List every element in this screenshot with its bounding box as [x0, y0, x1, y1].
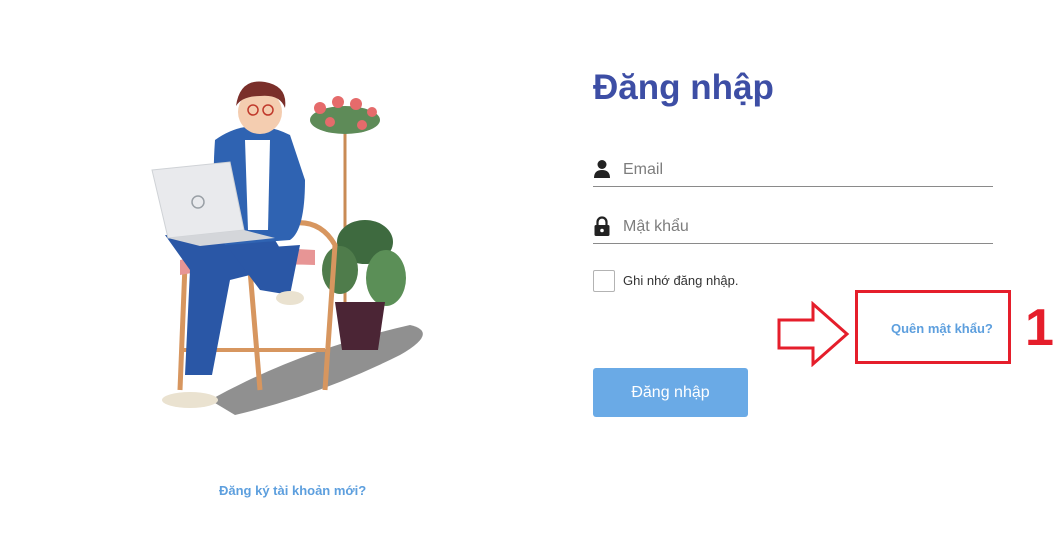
annotation-highlight-box	[855, 290, 1011, 364]
password-input[interactable]	[623, 215, 983, 239]
login-button[interactable]: Đăng nhập	[593, 368, 748, 417]
remember-checkbox[interactable]	[593, 270, 615, 292]
lock-icon	[594, 216, 610, 236]
password-field	[593, 211, 993, 244]
user-icon	[594, 160, 610, 178]
remember-label: Ghi nhớ đăng nhập.	[623, 273, 739, 288]
email-input[interactable]	[623, 158, 983, 182]
annotation-step-number: 1	[1025, 299, 1054, 357]
person-with-laptop-illustration	[151, 81, 423, 415]
email-field	[593, 154, 993, 187]
right-arrow-outline-icon	[777, 301, 850, 367]
page-title: Đăng nhập	[593, 68, 774, 107]
register-new-account-link[interactable]: Đăng ký tài khoản mới?	[219, 483, 366, 498]
